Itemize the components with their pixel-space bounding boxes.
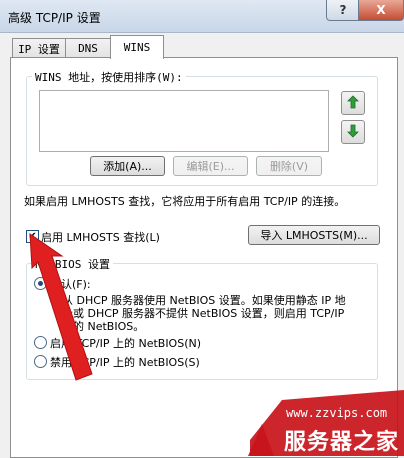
close-icon: X [376, 3, 386, 17]
wins-address-list[interactable] [39, 90, 329, 152]
delete-button-label: 删除(V) [269, 160, 309, 173]
edit-button-label: 编辑(E)... [186, 160, 235, 173]
lmhosts-note: 如果启用 LMHOSTS 查找，它将应用于所有启用 TCP/IP 的连接。 [24, 195, 346, 208]
radio-disable-netbios[interactable] [34, 355, 47, 368]
default-description-line3: 上的 NetBIOS。 [62, 320, 145, 333]
enable-lmhosts-label: 启用 LMHOSTS 查找(L) [41, 231, 160, 244]
netbios-group-label: NetBIOS 设置 [32, 256, 113, 272]
tab-wins[interactable]: WINS [110, 35, 164, 59]
checkmark-icon: ✔ [28, 230, 37, 242]
tab-ip-settings[interactable]: IP 设置 [12, 38, 66, 58]
radio-enable-netbios-label: 启用 TCP/IP 上的 NetBIOS(N) [50, 337, 202, 350]
enable-lmhosts-checkbox[interactable]: ✔ [26, 230, 39, 243]
edit-button[interactable]: 编辑(E)... [173, 156, 248, 176]
tab-dns[interactable]: DNS [65, 38, 111, 58]
radio-default-label: 默认(F): [50, 278, 91, 291]
move-up-button[interactable] [341, 91, 365, 115]
radio-disable-netbios-label: 禁用 TCP/IP 上的 NetBIOS(S) [50, 356, 200, 369]
title-bar: 高级 TCP/IP 设置 ? X [0, 0, 404, 33]
tab-label: IP 设置 [18, 42, 60, 56]
radio-enable-netbios[interactable] [34, 336, 47, 349]
move-down-button[interactable] [341, 120, 365, 144]
watermark-name: 服务器之家 [284, 430, 400, 455]
help-icon: ? [339, 3, 347, 17]
green-up-arrow-icon [346, 94, 360, 112]
watermark-url: www.zzvips.com [286, 406, 388, 420]
add-button[interactable]: 添加(A)... [90, 156, 165, 176]
import-lmhosts-label: 导入 LMHOSTS(M)... [260, 229, 368, 242]
tab-label: WINS [123, 41, 151, 54]
delete-button[interactable]: 删除(V) [256, 156, 322, 176]
window-title: 高级 TCP/IP 设置 [8, 11, 101, 25]
import-lmhosts-button[interactable]: 导入 LMHOSTS(M)... [248, 225, 380, 245]
add-button-label: 添加(A)... [103, 160, 152, 173]
help-button[interactable]: ? [326, 0, 360, 21]
radio-default[interactable] [34, 277, 47, 290]
wins-group-label: WINS 地址，按使用排序(W): [32, 69, 186, 85]
radio-selected-dot [38, 281, 43, 286]
close-button[interactable]: X [358, 0, 404, 21]
tab-label: DNS [78, 42, 98, 55]
green-down-arrow-icon [346, 124, 360, 141]
